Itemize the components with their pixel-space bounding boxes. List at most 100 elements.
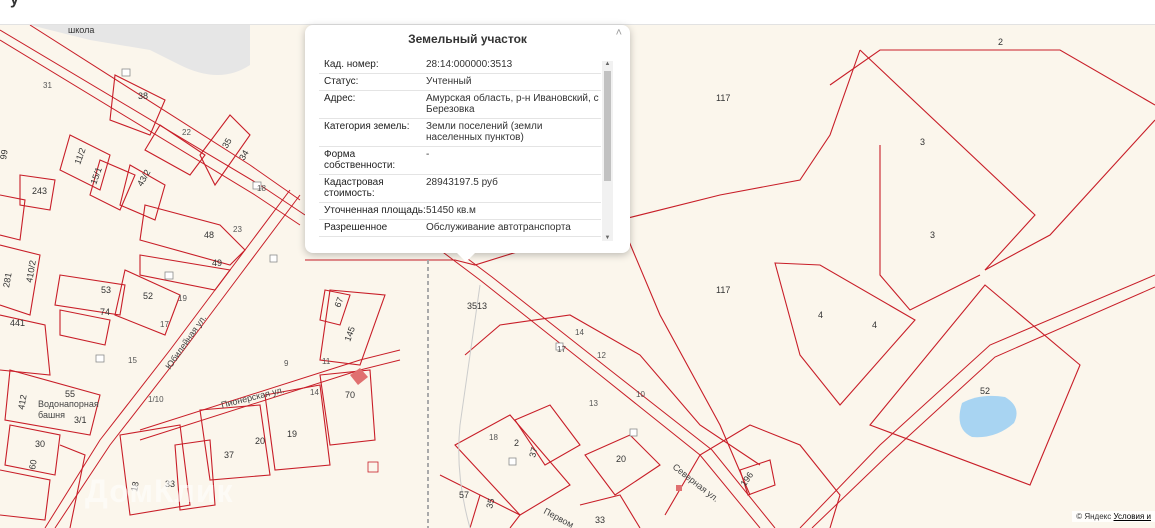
label-412: 412 (16, 394, 28, 411)
row-key: Адрес: (324, 93, 356, 104)
label-11: 11 (322, 357, 331, 366)
label-3-1: 3/1 (74, 415, 87, 425)
row-key: Кад. номер: (324, 59, 379, 70)
popup-title: Земельный участок (408, 32, 527, 46)
label-water-tower: башня (38, 410, 65, 420)
label-2b: 2 (514, 438, 519, 448)
label-19: 19 (178, 294, 187, 303)
label-18c: 18 (489, 433, 498, 442)
row-key: Статус: (324, 76, 359, 87)
label-35: 35 (220, 136, 234, 150)
label-43-2: 43/2 (135, 168, 152, 188)
label-67: 67 (332, 296, 345, 309)
row-value: - (426, 149, 430, 160)
label-74: 74 (100, 307, 110, 317)
row-land-category: Категория земель: Земли поселений (земли… (319, 119, 601, 147)
label-3513: 3513 (467, 301, 487, 311)
label-15: 15 (128, 356, 137, 365)
row-cadastral-value: Кадастровая стоимость: 28943197.5 руб (319, 175, 601, 203)
map-credits: © Яндекс Условия и (1072, 511, 1155, 522)
label-145: 145 (342, 325, 357, 343)
yandex-copyright: © Яндекс (1076, 512, 1112, 521)
label-117a: 117 (716, 93, 730, 103)
page-title: у (10, 0, 19, 9)
row-value: 28943197.5 руб (426, 177, 498, 188)
popup-details[interactable]: Кад. номер: 28:14:000000:3513 Статус: Уч… (319, 57, 601, 240)
row-key: Разрешенное (324, 222, 388, 233)
label-11-2: 11/2 (72, 146, 87, 165)
label-53: 53 (101, 285, 111, 295)
scroll-down-arrow-icon[interactable]: ▼ (604, 235, 611, 241)
label-22: 22 (182, 128, 191, 137)
label-2: 2 (998, 37, 1003, 47)
row-ownership: Форма собственности: - (319, 147, 601, 175)
label-33b: 33 (595, 515, 605, 525)
top-bar: у (0, 0, 1155, 25)
row-cadastral-number: Кад. номер: 28:14:000000:3513 (319, 57, 601, 74)
row-permitted-use: Разрешенное Обслуживание автотранспорта (319, 220, 601, 237)
scroll-thumb[interactable] (604, 71, 611, 181)
popup-pointer (456, 252, 476, 262)
label-1-10: 1/10 (148, 395, 164, 404)
row-area: Уточненная площадь: 51450 кв.м (319, 203, 601, 220)
label-57: 57 (459, 490, 469, 500)
row-status: Статус: Учтенный (319, 74, 601, 91)
label-52: 52 (980, 386, 990, 396)
label-4b: 4 (872, 320, 877, 330)
row-value: Учтенный (426, 76, 472, 87)
label-70: 70 (345, 390, 355, 400)
label-4a: 4 (818, 310, 823, 320)
label-19b: 19 (287, 429, 297, 439)
label-14b: 14 (575, 328, 584, 337)
label-school: школа (68, 25, 94, 35)
label-49: 49 (212, 258, 222, 268)
label-9: 9 (284, 359, 289, 368)
label-117b: 117 (716, 285, 730, 295)
label-water-tower-top: Водонапорная (38, 399, 99, 409)
label-441: 441 (10, 318, 25, 328)
terms-link[interactable]: Условия и (1114, 512, 1152, 521)
label-243: 243 (32, 186, 47, 196)
label-13: 13 (589, 399, 598, 408)
label-18: 18 (257, 184, 266, 193)
label-20: 20 (255, 436, 265, 446)
label-20b: 20 (616, 454, 626, 464)
label-23: 23 (233, 225, 242, 234)
row-value: Земли поселений (земли населенных пункто… (426, 121, 543, 143)
label-37: 37 (224, 450, 234, 460)
popup-scrollbar[interactable]: ▲ ▼ (602, 61, 613, 241)
row-value: Амурская область, р-н Ивановский, с Бере… (426, 93, 599, 115)
row-key: Форма собственности: (324, 149, 396, 171)
label-52b: 52 (143, 291, 153, 301)
street-pervomayskaya: Первом (542, 506, 575, 528)
label-38: 38 (138, 91, 148, 101)
building-red (676, 485, 682, 491)
label-35b: 35 (484, 497, 496, 509)
label-60: 60 (27, 459, 39, 471)
label-99: 99 (0, 149, 10, 161)
parcel-info-popup: ˄ Земельный участок Кад. номер: 28:14:00… (305, 25, 630, 253)
label-12: 12 (597, 351, 606, 360)
label-3a: 3 (920, 137, 925, 147)
label-31: 31 (43, 81, 52, 90)
label-48: 48 (204, 230, 214, 240)
label-281: 281 (1, 272, 13, 289)
label-17: 17 (160, 320, 169, 329)
label-30: 30 (35, 439, 45, 449)
label-17b: 17 (557, 345, 566, 354)
label-3b: 3 (930, 230, 935, 240)
row-value: Обслуживание автотранспорта (426, 222, 571, 233)
water-pond (959, 395, 1017, 438)
label-14: 14 (310, 388, 319, 397)
row-address: Адрес: Амурская область, р-н Ивановский,… (319, 91, 601, 119)
row-value: 28:14:000000:3513 (426, 59, 513, 70)
row-key: Категория земель: (324, 121, 410, 132)
label-10: 10 (636, 390, 645, 399)
scroll-up-arrow-icon[interactable]: ▲ (604, 61, 611, 67)
street-severnaya: Северная ул. (671, 462, 721, 504)
row-value: 51450 кв.м (426, 205, 476, 216)
watermark-domclick: ДомКлик (85, 473, 234, 509)
label-55: 55 (65, 389, 75, 399)
row-key: Уточненная площадь: (324, 205, 426, 216)
row-key: Кадастровая стоимость: (324, 177, 384, 199)
